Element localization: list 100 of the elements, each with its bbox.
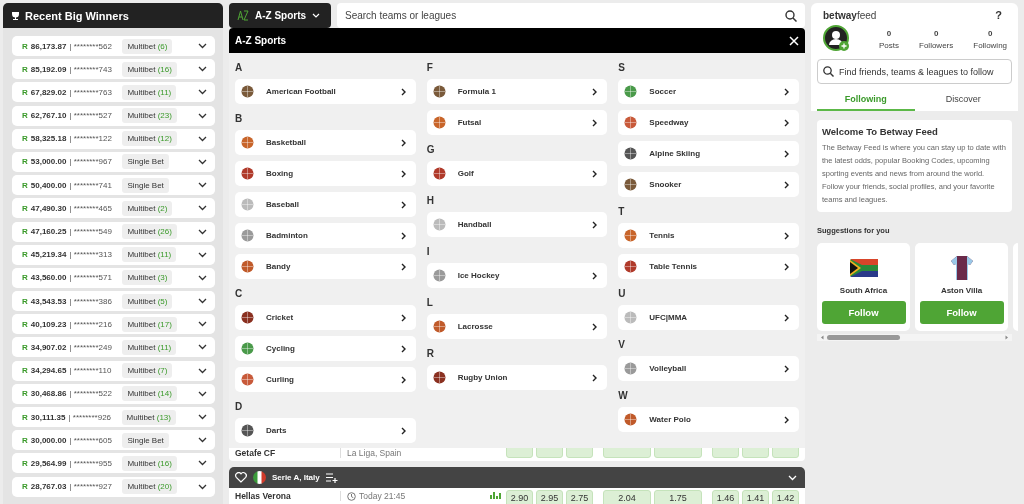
sport-item[interactable]: Basketball (235, 130, 416, 155)
chevron-down-icon[interactable] (198, 112, 207, 119)
chevron-down-icon[interactable] (198, 321, 207, 328)
winner-row[interactable]: R 34,294.65 | ********110 Multibet (7) (12, 360, 215, 381)
chevron-down-icon[interactable] (198, 460, 207, 467)
chevron-down-icon[interactable] (198, 344, 207, 351)
sport-item[interactable]: UFC|MMA (618, 305, 799, 330)
sport-item[interactable]: Table Tennis (618, 254, 799, 279)
winner-row[interactable]: R 40,109.23 | ********216 Multibet (17) (12, 314, 215, 335)
sport-item[interactable]: Handball (426, 212, 608, 237)
winner-row[interactable]: R 47,490.30 | ********465 Multibet (2) (12, 198, 215, 219)
letter-heading: H (426, 193, 435, 208)
chevron-down-icon[interactable] (198, 251, 207, 258)
bet-type-tag: Multibet (26) (122, 224, 177, 239)
winner-row[interactable]: R 29,564.99 | ********955 Multibet (16) (12, 453, 215, 474)
chevron-down-icon[interactable] (198, 390, 207, 397)
bet-type-tag: Multibet (7) (122, 363, 173, 379)
winner-row[interactable]: R 30,468.86 | ********522 Multibet (14) (12, 383, 215, 404)
sport-item[interactable]: Cycling (235, 336, 416, 361)
sport-item[interactable]: Formula 1 (426, 79, 608, 104)
winner-row[interactable]: R 58,325.18 | ********122 Multibet (12) (12, 128, 215, 149)
currency-label: R (22, 342, 28, 352)
chevron-down-icon[interactable] (198, 66, 207, 73)
odds-button[interactable]: 2.75 (566, 490, 593, 504)
sport-item[interactable]: Lacrosse (426, 314, 608, 339)
odds-button[interactable]: 1.42 (772, 490, 799, 504)
odds-button[interactable]: 2.95 (536, 490, 563, 504)
winner-row[interactable]: R 30,111.35 | ********926 Multibet (13) (12, 407, 215, 427)
odds-button[interactable]: 1.41 (742, 490, 769, 504)
stat-label: Following (973, 40, 1008, 50)
winner-row[interactable]: R 43,560.00 | ********571 Multibet (3) (12, 267, 215, 288)
sport-item[interactable]: Badminton (235, 223, 416, 248)
winner-row[interactable]: R 53,000.00 | ********967 Single Bet (12, 151, 215, 172)
winner-row[interactable]: R 34,907.02 | ********249 Multibet (11) (12, 337, 215, 358)
search-field[interactable]: Search teams or leagues (337, 3, 805, 28)
win-amount: 43,560.00 (30, 273, 67, 283)
sport-item[interactable]: Bandy (235, 254, 416, 279)
sport-item[interactable]: Water Polo (618, 407, 799, 432)
league-header[interactable]: Serie A, Italy (229, 467, 805, 488)
chevron-down-icon[interactable] (198, 158, 207, 165)
sport-item[interactable]: Ice Hockey (426, 263, 608, 288)
winner-row[interactable]: R 50,400.00 | ********741 Single Bet (12, 175, 215, 196)
feed-tab[interactable]: Following (817, 88, 915, 111)
chevron-down-icon[interactable] (198, 483, 207, 490)
letter-heading: D (235, 399, 244, 414)
chevron-down-icon[interactable] (198, 228, 207, 235)
bet-type-tag: Multibet (12) (122, 131, 177, 147)
sport-item[interactable]: Baseball (235, 192, 416, 217)
feed-tab[interactable]: Discover (914, 88, 1012, 111)
chevron-down-icon[interactable] (198, 43, 207, 49)
sport-item[interactable]: Rugby Union (426, 365, 608, 390)
add-user-avatar-icon[interactable] (823, 25, 851, 53)
chevron-down-icon[interactable] (198, 182, 207, 189)
sport-item[interactable]: Alpine Skiing (618, 141, 799, 166)
winner-row[interactable]: R 86,173.87 | ********562 Multibet (6) (12, 36, 215, 56)
sport-item[interactable]: Darts (235, 418, 416, 443)
odds-button[interactable]: 1.46 (712, 490, 739, 504)
winner-row[interactable]: R 47,160.25 | ********549 Multibet (26) (12, 221, 215, 242)
winner-row[interactable]: R 30,000.00 | ********605 Single Bet (12, 430, 215, 451)
letter-heading: G (426, 142, 436, 157)
winner-row[interactable]: R 67,829.02 | ********763 Multibet (11) (12, 82, 215, 103)
sport-item[interactable]: Golf (426, 161, 608, 186)
odds-button[interactable]: 2.90 (506, 490, 533, 504)
sport-item[interactable]: Snooker (618, 172, 799, 197)
chevron-down-icon[interactable] (198, 135, 207, 142)
account-number: | ********926 (68, 412, 113, 422)
bet-type-tag: Multibet (17) (122, 316, 177, 332)
close-icon[interactable] (789, 35, 799, 46)
ball-icon (624, 147, 638, 160)
chevron-down-icon[interactable] (198, 274, 207, 281)
sport-item[interactable]: Tennis (618, 223, 799, 248)
feed-logo: betwayfeed (823, 9, 877, 21)
sport-item[interactable]: American Football (235, 79, 416, 104)
search-field[interactable]: Find friends, teams & leagues to follow (817, 59, 1012, 84)
winner-row[interactable]: R 45,219.34 | ********313 Multibet (11) (12, 244, 215, 265)
winner-row[interactable]: R 43,543.53 | ********386 Multibet (5) (12, 291, 215, 312)
sport-item[interactable]: Volleyball (618, 356, 799, 381)
winner-row[interactable]: R 28,767.03 | ********927 Multibet (20) (12, 476, 215, 497)
chevron-down-icon[interactable] (198, 89, 207, 96)
chevron-down-icon[interactable] (198, 437, 207, 444)
sport-item[interactable]: Futsal (426, 110, 608, 135)
sport-item[interactable]: Speedway (618, 110, 799, 135)
letter-heading: C (235, 286, 244, 301)
horizontal-scrollbar[interactable] (817, 334, 1012, 341)
chevron-down-icon[interactable] (198, 367, 207, 374)
sport-item[interactable]: Boxing (235, 161, 416, 186)
chevron-down-icon[interactable] (198, 414, 207, 420)
help-link[interactable]: ? (995, 9, 1002, 21)
chevron-right-icon (784, 87, 789, 96)
odds-button[interactable]: 1.75 (654, 490, 702, 504)
sport-item[interactable]: Soccer (618, 79, 799, 104)
odds-button[interactable]: 2.04 (603, 490, 651, 504)
sport-item[interactable]: Cricket (235, 305, 416, 330)
sports-menu-button[interactable]: A-Z Sports (229, 3, 331, 28)
chevron-right-icon (592, 322, 598, 331)
sport-item[interactable]: Curling (235, 367, 416, 392)
chevron-down-icon[interactable] (198, 298, 207, 305)
winner-row[interactable]: R 85,192.09 | ********743 Multibet (16) (12, 59, 215, 80)
chevron-down-icon[interactable] (198, 205, 207, 212)
winner-row[interactable]: R 62,767.10 | ********527 Multibet (23) (12, 105, 215, 126)
